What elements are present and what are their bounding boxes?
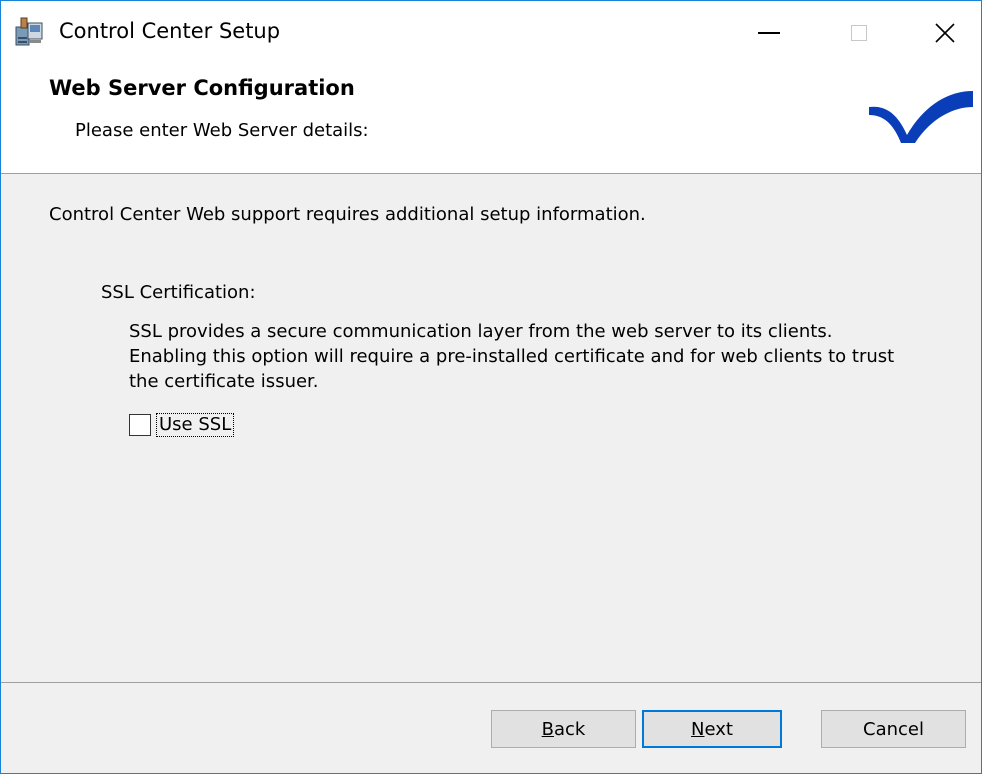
maximize-button[interactable] [821, 1, 897, 65]
back-button[interactable]: Back [491, 710, 636, 748]
minimize-icon [758, 32, 780, 34]
back-label-rest: ack [554, 718, 586, 740]
next-mnemonic: N [691, 718, 705, 740]
ssl-description: SSL provides a secure communication laye… [129, 321, 895, 392]
close-button[interactable] [907, 1, 981, 65]
page-subtitle: Please enter Web Server details: [75, 120, 369, 141]
use-ssl-option[interactable]: Use SSL [129, 413, 235, 437]
next-button[interactable]: Next [642, 710, 782, 748]
installer-package-icon [15, 17, 43, 46]
page-title: Web Server Configuration [49, 76, 355, 100]
intro-text: Control Center Web support requires addi… [49, 204, 646, 225]
back-mnemonic: B [541, 718, 554, 740]
footer-divider [1, 682, 981, 683]
ssl-section-label: SSL Certification: [101, 282, 256, 303]
maximize-icon [851, 25, 867, 41]
next-label-rest: ext [704, 718, 733, 740]
header-banner: Web Server Configuration Please enter We… [1, 65, 981, 173]
title-bar: Control Center Setup [1, 1, 981, 65]
minimize-button[interactable] [731, 1, 807, 65]
window-title: Control Center Setup [59, 19, 281, 43]
use-ssl-checkbox[interactable] [129, 414, 151, 436]
cancel-button[interactable]: Cancel [821, 710, 966, 748]
use-ssl-label[interactable]: Use SSL [155, 413, 235, 437]
brand-logo [869, 91, 973, 143]
close-icon [935, 23, 955, 43]
setup-window: Control Center Setup Web Server Configur… [0, 0, 982, 774]
header-divider [1, 173, 981, 174]
